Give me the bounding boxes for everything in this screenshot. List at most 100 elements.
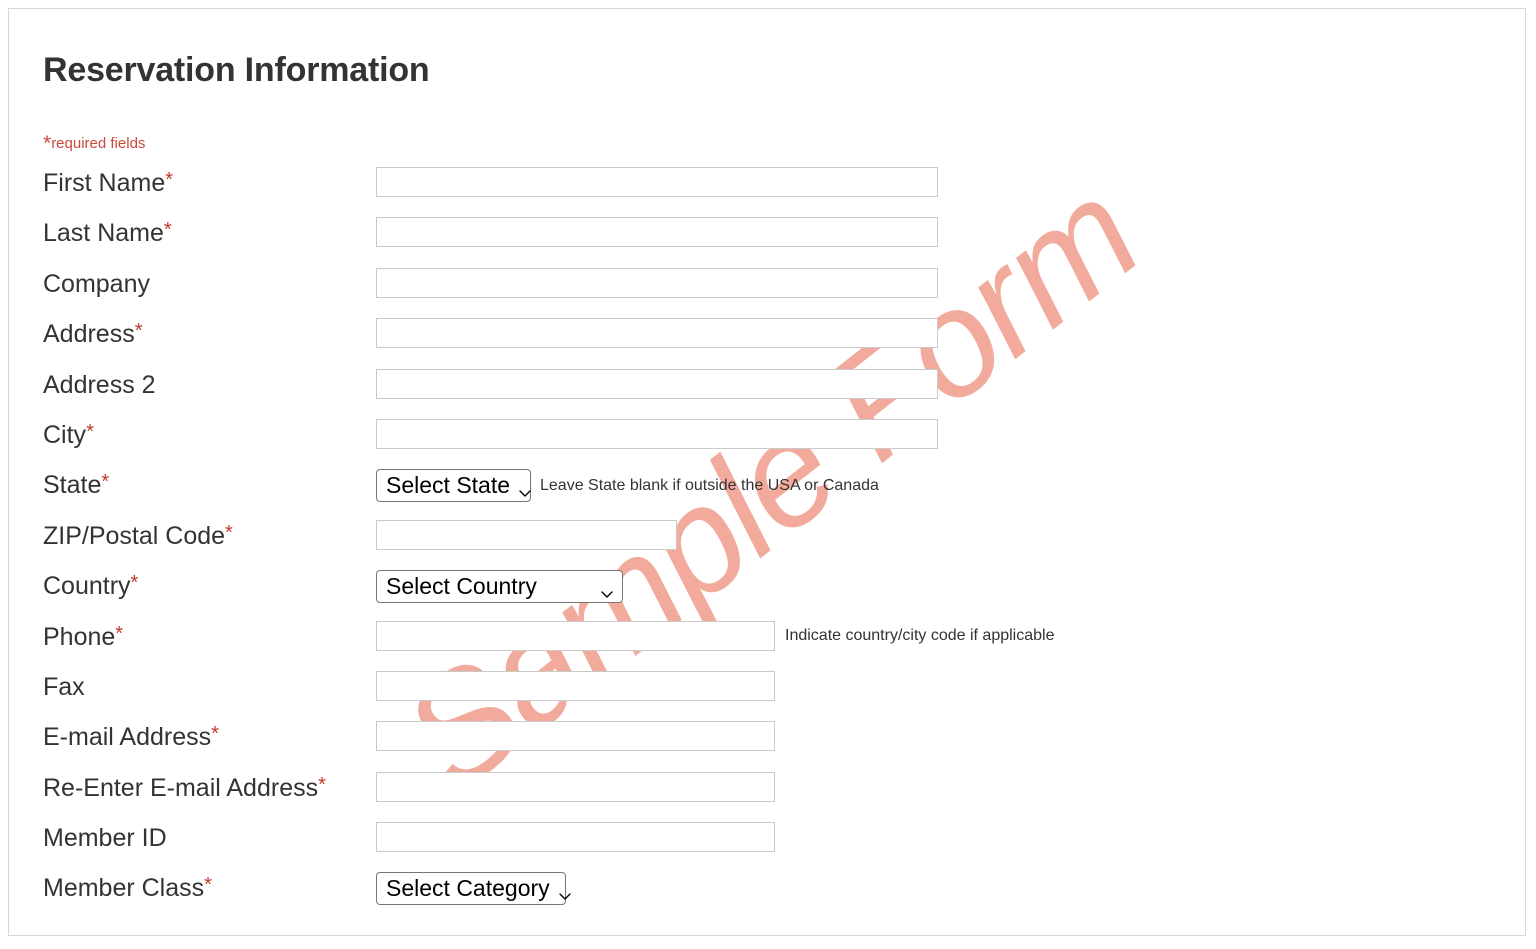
label-address: Address* (43, 320, 143, 349)
control-wrap-address (376, 318, 938, 349)
label-text-country: Country (43, 572, 131, 601)
required-asterisk-icon-re-enter-e-mail-address: * (318, 773, 326, 796)
label-country: Country* (43, 572, 138, 601)
form-row-country: Country* Select Country (9, 566, 1525, 616)
label-text-company: Company (43, 269, 150, 298)
required-asterisk-icon-zip-postal-code: * (225, 521, 233, 544)
input-first-name[interactable] (376, 167, 938, 197)
form-row-first-name: First Name* (9, 163, 1525, 213)
label-text-address-2: Address 2 (43, 370, 156, 399)
label-city: City* (43, 421, 94, 450)
label-phone: Phone* (43, 623, 123, 652)
required-asterisk-icon-country: * (130, 572, 139, 595)
form-row-re-enter-e-mail-address: Re-Enter E-mail Address* (9, 768, 1525, 818)
input-e-mail-address[interactable] (376, 721, 775, 752)
label-text-member-id: Member ID (43, 824, 167, 853)
input-fax[interactable] (376, 670, 775, 701)
control-wrap-address-2 (376, 368, 938, 399)
control-wrap-re-enter-e-mail-address (376, 771, 775, 802)
input-member-id[interactable] (376, 822, 775, 853)
required-asterisk-icon-city: * (86, 420, 94, 443)
helper-text-state: Leave State blank if outside the USA or … (540, 476, 879, 494)
label-text-state: State (43, 471, 102, 500)
label-address-2: Address 2 (43, 371, 156, 400)
form-row-address-2: Address 2 (9, 365, 1525, 415)
label-text-re-enter-e-mail-address: Re-Enter E-mail Address (43, 773, 319, 802)
label-member-id: Member ID (43, 824, 167, 853)
required-note-label: required fields (51, 135, 146, 152)
control-wrap-first-name (376, 167, 938, 197)
form-row-e-mail-address: E-mail Address* (9, 717, 1525, 767)
input-city[interactable] (376, 418, 938, 449)
control-wrap-fax (376, 670, 775, 701)
form-row-fax: Fax (9, 667, 1525, 717)
control-wrap-zip-postal-code (376, 519, 677, 550)
form-row-last-name: Last Name* (9, 213, 1525, 263)
form-row-city: City* (9, 415, 1525, 465)
control-wrap-company (376, 267, 938, 298)
form-row-member-id: Member ID (9, 818, 1525, 868)
label-text-city: City (43, 420, 87, 449)
label-text-first-name: First Name (43, 169, 166, 197)
label-re-enter-e-mail-address: Re-Enter E-mail Address* (43, 774, 326, 803)
required-asterisk-icon-last-name: * (163, 219, 172, 242)
control-wrap-last-name (376, 217, 938, 248)
label-e-mail-address: E-mail Address* (43, 723, 219, 752)
label-member-class: Member Class* (43, 874, 212, 903)
label-zip-postal-code: ZIP/Postal Code* (43, 522, 233, 551)
select-value-country: Select Country (386, 573, 537, 600)
input-company[interactable] (376, 267, 938, 298)
control-wrap-city (376, 418, 938, 449)
helper-text-phone: Indicate country/city code if applicable (785, 626, 1055, 644)
input-address-2[interactable] (376, 368, 938, 399)
form-row-state: State* Select State Leave State blank if o… (9, 465, 1525, 515)
form-row-zip-postal-code: ZIP/Postal Code* (9, 516, 1525, 566)
form-row-member-class: Member Class* Select Category (9, 868, 1525, 918)
control-wrap-state: Select State Leave State blank if outside… (376, 469, 879, 503)
chevron-down-icon (600, 580, 614, 598)
input-phone[interactable] (376, 620, 775, 651)
control-wrap-country: Select Country (376, 570, 623, 604)
required-asterisk-icon-first-name: * (165, 169, 174, 191)
required-fields-note: *required fields (43, 132, 146, 155)
input-address[interactable] (376, 318, 938, 349)
chevron-down-icon (558, 882, 572, 900)
label-text-fax: Fax (43, 672, 85, 701)
label-company: Company (43, 270, 150, 299)
select-state[interactable]: Select State (376, 469, 532, 503)
input-zip-postal-code[interactable] (376, 519, 677, 550)
required-asterisk-icon-e-mail-address: * (211, 723, 219, 746)
select-value-state: Select State (386, 472, 511, 499)
control-wrap-member-id (376, 822, 775, 853)
label-text-phone: Phone (43, 622, 116, 651)
select-country[interactable]: Select Country (376, 570, 623, 604)
control-wrap-phone: Indicate country/city code if applicable (376, 620, 1055, 651)
label-text-address: Address (43, 320, 135, 349)
select-value-member-class: Select Category (386, 875, 550, 902)
chevron-down-icon (518, 479, 532, 497)
form-row-phone: Phone* Indicate country/city code if appl… (9, 617, 1525, 667)
label-last-name: Last Name* (43, 219, 172, 248)
label-text-e-mail-address: E-mail Address (43, 723, 212, 752)
label-text-zip-postal-code: ZIP/Postal Code (43, 521, 226, 550)
required-asterisk-icon-phone: * (115, 622, 124, 645)
label-fax: Fax (43, 673, 85, 702)
form-row-company: Company (9, 264, 1525, 314)
label-text-member-class: Member Class (43, 874, 205, 903)
control-wrap-member-class: Select Category (376, 872, 571, 906)
form-field-list: First Name* Last Name* Company Address* Addr… (9, 163, 1525, 919)
input-last-name[interactable] (376, 217, 938, 248)
label-text-last-name: Last Name (43, 219, 164, 248)
label-state: State* (43, 471, 109, 500)
page-title: Reservation Information (43, 51, 430, 89)
required-asterisk-icon: * (43, 132, 52, 155)
required-asterisk-icon-address: * (134, 320, 143, 343)
required-asterisk-icon-state: * (101, 471, 110, 494)
input-re-enter-e-mail-address[interactable] (376, 771, 775, 802)
label-first-name: First Name* (43, 169, 173, 198)
control-wrap-e-mail-address (376, 721, 775, 752)
form-page: Sample Form Reservation Information *req… (8, 8, 1526, 936)
select-member-class[interactable]: Select Category (376, 872, 571, 906)
required-asterisk-icon-member-class: * (204, 874, 212, 897)
form-row-address: Address* (9, 314, 1525, 364)
